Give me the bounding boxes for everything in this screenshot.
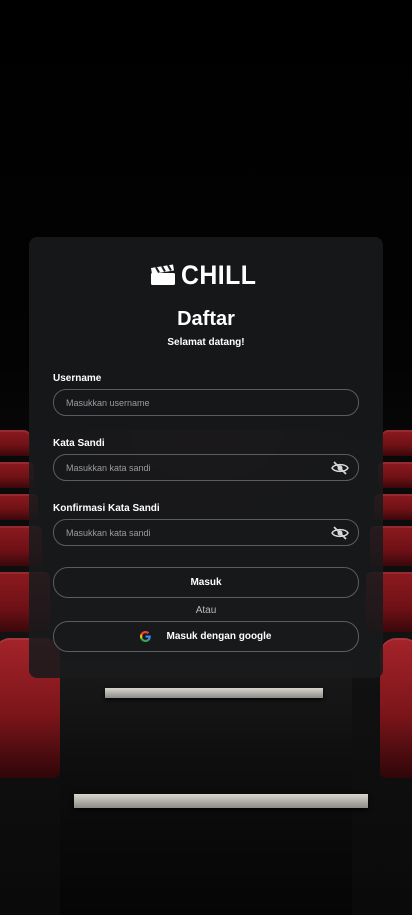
confirm-password-field-wrapper (53, 519, 359, 546)
login-screen: CHILL Daftar Selamat datang! Username Ka… (0, 0, 412, 915)
username-field-wrapper (53, 389, 359, 416)
submit-button[interactable]: Masuk (53, 567, 359, 598)
divider-text: Atau (195, 605, 217, 616)
username-input[interactable] (54, 390, 358, 415)
register-card: CHILL Daftar Selamat datang! Username Ka… (29, 237, 383, 678)
password-field-wrapper (53, 454, 359, 481)
google-signin-label: Masuk dengan google (166, 631, 272, 642)
confirm-password-group: Konfirmasi Kata Sandi (53, 502, 359, 546)
password-label: Kata Sandi (53, 438, 105, 449)
page-subtitle: Selamat datang! (167, 337, 245, 348)
aisle-step (105, 688, 323, 698)
clapperboard-icon (150, 264, 175, 285)
brand-name: CHILL (180, 259, 256, 290)
username-label: Username (53, 373, 102, 384)
aisle-step (74, 794, 368, 808)
google-icon (140, 631, 152, 642)
brand-logo: CHILL (53, 259, 359, 290)
password-input[interactable] (54, 455, 358, 480)
google-signin-button[interactable]: Masuk dengan google (53, 621, 359, 652)
password-group: Kata Sandi (53, 437, 359, 481)
confirm-password-label: Konfirmasi Kata Sandi (53, 503, 160, 514)
eye-slash-icon[interactable] (331, 525, 349, 540)
username-group: Username (53, 372, 359, 416)
eye-slash-icon[interactable] (331, 460, 349, 475)
cinema-aisle (60, 660, 352, 915)
confirm-password-input[interactable] (54, 520, 358, 545)
page-title: Daftar (177, 308, 235, 330)
